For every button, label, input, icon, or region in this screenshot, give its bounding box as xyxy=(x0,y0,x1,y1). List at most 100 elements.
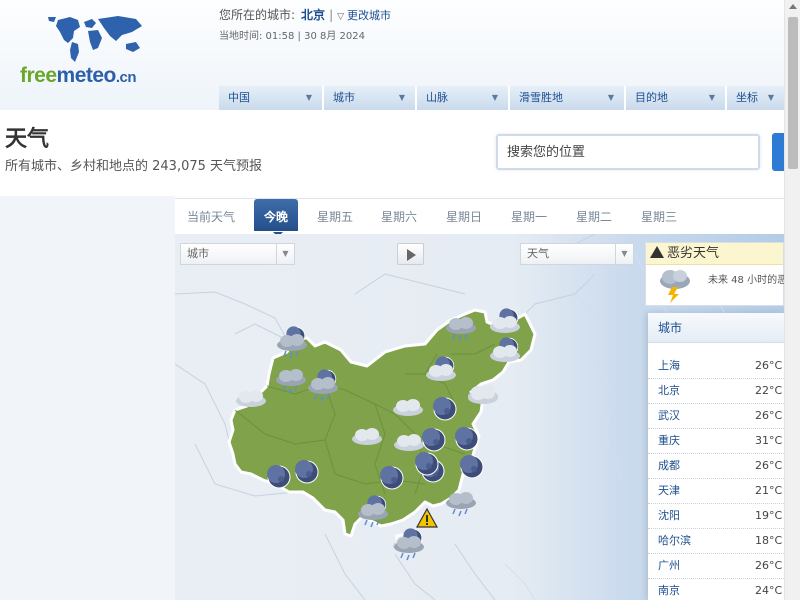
nav-item-mountains[interactable]: 山脉 ▼ xyxy=(417,86,510,110)
city-list-header: 城市 xyxy=(648,313,784,343)
city-name[interactable]: 重庆 xyxy=(658,429,680,453)
local-time: 当地时间: 01:58 | 30 8月 2024 xyxy=(219,31,365,42)
nav-label: 山脉 xyxy=(426,91,448,104)
chevron-down-icon: ▼ xyxy=(615,244,633,264)
cloud-icon[interactable] xyxy=(236,390,266,407)
chevron-down-icon: ▼ xyxy=(607,93,614,102)
city-name[interactable]: 北京 xyxy=(658,379,680,403)
play-animation-button[interactable] xyxy=(397,243,424,265)
city-temp: 26°C xyxy=(755,459,783,472)
city-row[interactable]: 成都 26°C xyxy=(648,454,784,479)
city-row[interactable]: 上海 26°C xyxy=(648,354,784,379)
city-temp: 26°C xyxy=(755,359,783,372)
tab-saturday[interactable]: 星期六 xyxy=(381,208,417,225)
site-logo-text[interactable]: freemeteo.cn xyxy=(20,64,137,88)
map-type-select-value: 天气 xyxy=(527,247,549,260)
nav-item-cities[interactable]: 城市 ▼ xyxy=(324,86,417,110)
city-name[interactable]: 南京 xyxy=(658,579,680,600)
map-layer-select-value: 城市 xyxy=(187,247,209,260)
location-separator: | xyxy=(329,8,334,22)
nav-label: 坐标 xyxy=(736,91,758,104)
map-type-select[interactable]: 天气 ▼ xyxy=(520,243,634,265)
severe-weather-header: 恶劣天气 xyxy=(646,243,783,265)
city-temp: 22°C xyxy=(755,384,783,397)
nav-item-coordinates[interactable]: 坐标 ▼ xyxy=(727,86,784,110)
city-name[interactable]: 天津 xyxy=(658,479,680,503)
logo-text-meteo: meteo xyxy=(56,64,117,87)
tab-sunday[interactable]: 星期日 xyxy=(446,208,482,225)
logo-text-free: free xyxy=(20,64,57,87)
moon-icon[interactable] xyxy=(267,465,291,489)
page-subtitle: 所有城市、乡村和地点的 243,075 天气预报 xyxy=(5,159,263,174)
city-temp: 26°C xyxy=(755,409,783,422)
city-name[interactable]: 哈尔滨 xyxy=(658,529,691,553)
moon-icon[interactable] xyxy=(380,466,404,490)
city-temp: 21°C xyxy=(755,484,783,497)
cloud-rain-icon[interactable] xyxy=(446,492,476,517)
nav-label: 城市 xyxy=(333,91,355,104)
chevron-down-icon: ▼ xyxy=(767,93,774,102)
moon-icon[interactable] xyxy=(433,397,457,421)
city-name[interactable]: 广州 xyxy=(658,554,680,578)
play-icon xyxy=(407,249,416,261)
moon-icon[interactable] xyxy=(455,427,479,451)
chevron-down-icon: ▼ xyxy=(305,93,312,102)
severe-weather-panel[interactable]: 恶劣天气 未来 48 小时的恶劣天气 xyxy=(645,242,800,306)
city-temp: 18°C xyxy=(755,534,783,547)
moon-icon[interactable] xyxy=(415,452,439,476)
nav-item-destinations[interactable]: 目的地 ▼ xyxy=(626,86,727,110)
city-row[interactable]: 哈尔滨 18°C xyxy=(648,529,784,554)
main-nav: 中国 ▼ 城市 ▼ 山脉 ▼ 滑雪胜地 ▼ 目的地 ▼ 坐标 ▼ xyxy=(219,86,784,110)
chevron-down-icon: ▼ xyxy=(708,93,715,102)
moon-cloud-rain-icon[interactable] xyxy=(394,528,424,561)
page-title: 天气 xyxy=(5,127,50,152)
nav-label: 滑雪胜地 xyxy=(519,91,563,104)
city-row[interactable]: 北京 22°C xyxy=(648,379,784,404)
city-name[interactable]: 成都 xyxy=(658,454,680,478)
tab-friday[interactable]: 星期五 xyxy=(317,208,353,225)
tab-tonight[interactable]: 今晚 xyxy=(254,199,299,231)
current-location: 您所在的城市: 北京 | ▽ 更改城市 xyxy=(219,6,391,23)
chevron-down-icon: ▼ xyxy=(276,244,294,264)
city-name[interactable]: 沈阳 xyxy=(658,504,680,528)
city-row[interactable]: 沈阳 19°C xyxy=(648,504,784,529)
city-row[interactable]: 南京 24°C xyxy=(648,579,784,600)
city-name[interactable]: 上海 xyxy=(658,354,680,378)
location-city[interactable]: 北京 xyxy=(301,8,325,22)
city-row[interactable]: 重庆 31°C xyxy=(648,429,784,454)
nav-label: 目的地 xyxy=(635,91,668,104)
city-row[interactable]: 武汉 26°C xyxy=(648,404,784,429)
city-temp: 24°C xyxy=(755,584,783,597)
moon-icon[interactable] xyxy=(422,428,446,452)
scrollbar-thumb[interactable] xyxy=(788,17,798,169)
scroll-up-icon[interactable] xyxy=(789,4,797,9)
left-sidebar-background xyxy=(0,196,175,600)
search-input[interactable] xyxy=(496,134,760,170)
tab-tuesday[interactable]: 星期二 xyxy=(576,208,612,225)
moon-icon[interactable] xyxy=(460,455,484,479)
moon-icon[interactable] xyxy=(295,460,319,484)
city-row[interactable]: 广州 26°C xyxy=(648,554,784,579)
change-city-link[interactable]: 更改城市 xyxy=(347,9,391,22)
thunderstorm-icon xyxy=(660,270,690,303)
world-map-logo-icon xyxy=(48,16,142,62)
tab-current-weather[interactable]: 当前天气 xyxy=(187,208,235,225)
city-temp: 19°C xyxy=(755,509,783,522)
tab-monday[interactable]: 星期一 xyxy=(511,208,547,225)
moon-cloud-icon[interactable] xyxy=(490,308,520,333)
city-list-panel: 城市 上海 26°C 北京 22°C 武汉 26°C 重庆 31°C 成都 26°C 天津… xyxy=(648,313,784,600)
nav-item-china[interactable]: 中国 ▼ xyxy=(219,86,324,110)
warning-icon[interactable] xyxy=(415,507,439,528)
tab-wednesday[interactable]: 星期三 xyxy=(641,208,677,225)
city-list: 上海 26°C 北京 22°C 武汉 26°C 重庆 31°C 成都 26°C 天津 21°… xyxy=(648,354,784,600)
nav-item-ski-resorts[interactable]: 滑雪胜地 ▼ xyxy=(510,86,626,110)
city-row[interactable]: 天津 21°C xyxy=(648,479,784,504)
city-temp: 26°C xyxy=(755,559,783,572)
page-scrollbar[interactable] xyxy=(784,0,800,600)
city-name[interactable]: 武汉 xyxy=(658,404,680,428)
map-layer-select[interactable]: 城市 ▼ xyxy=(180,243,295,265)
city-temp: 31°C xyxy=(755,434,783,447)
severe-weather-title: 恶劣天气 xyxy=(667,246,720,261)
chevron-down-icon: ▼ xyxy=(398,93,405,102)
site-header: freemeteo.cn 您所在的城市: 北京 | ▽ 更改城市 当地时间: 01:58… xyxy=(0,0,784,110)
